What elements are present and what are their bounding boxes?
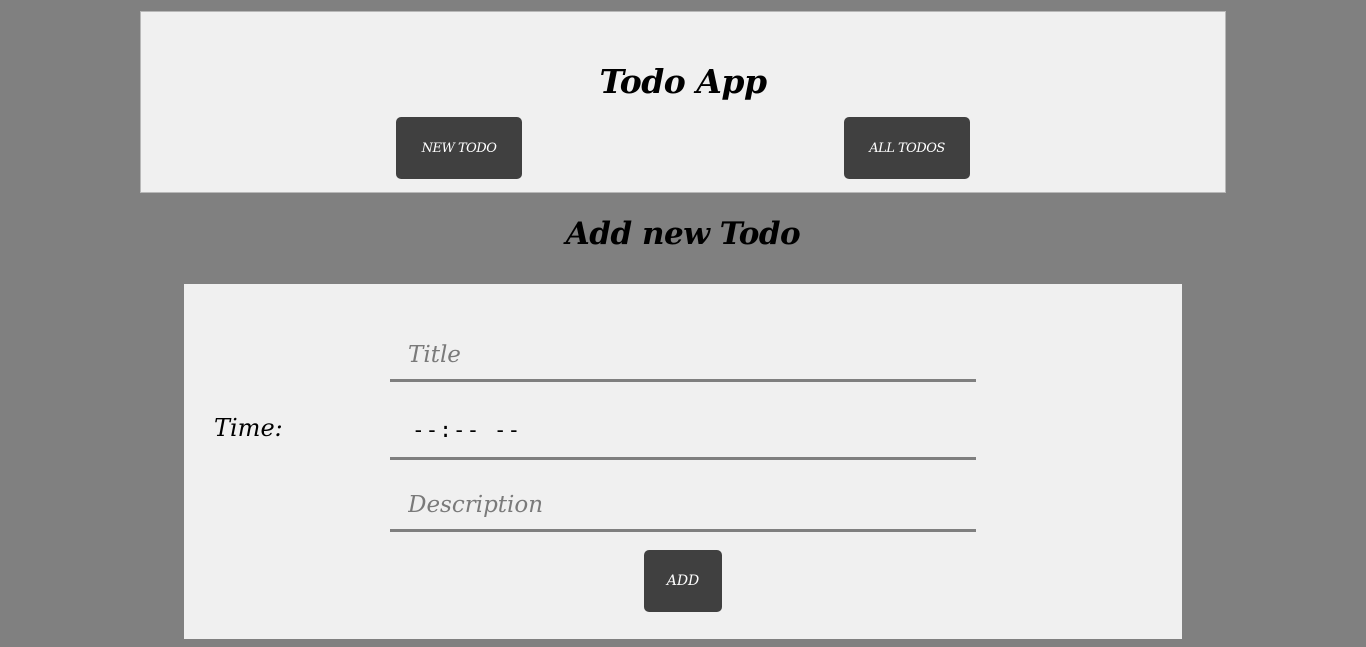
- app-header: Todo App NEW TODO ALL TODOS: [140, 11, 1226, 193]
- app-title: Todo App: [599, 62, 767, 101]
- description-input[interactable]: [390, 480, 976, 532]
- add-button[interactable]: ADD: [644, 550, 722, 612]
- time-label: Time:: [214, 414, 283, 442]
- form-heading: Add new Todo: [565, 216, 801, 252]
- title-input[interactable]: [390, 330, 976, 382]
- time-input[interactable]: --:-- --: [390, 406, 976, 460]
- new-todo-button[interactable]: NEW TODO: [396, 117, 522, 179]
- add-todo-form: Time: --:-- -- ADD: [184, 284, 1182, 639]
- all-todos-button[interactable]: ALL TODOS: [844, 117, 970, 179]
- time-input-value: --:-- --: [412, 418, 522, 442]
